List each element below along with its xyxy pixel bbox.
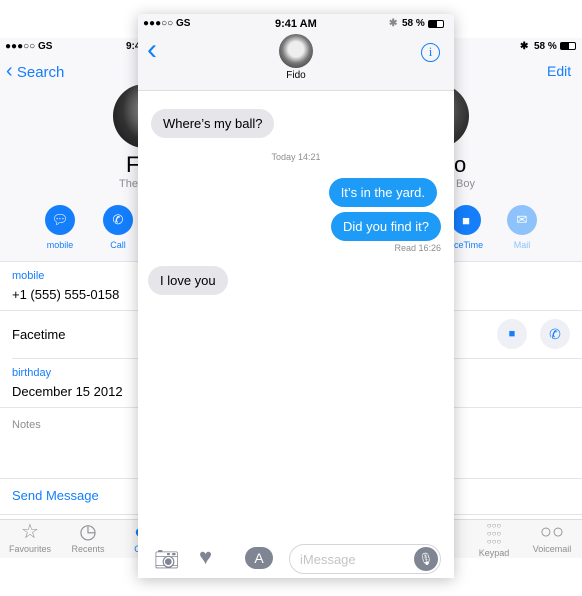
messages-screen: ●●●○○ GS 9:41 AM ✱ 58 % ‹ Fido i Where’s… — [138, 14, 454, 578]
chevron-left-icon: ‹ — [6, 60, 13, 82]
tab-recents[interactable]: ◷ Recents — [58, 520, 118, 554]
facetime-audio-button[interactable]: ✆ — [540, 319, 570, 349]
voicemail-icon: ○○ — [539, 521, 565, 543]
notes-label[interactable]: Notes — [12, 419, 41, 431]
message-bubble-incoming[interactable]: Where’s my ball? — [151, 109, 275, 138]
contact-avatar[interactable] — [279, 34, 313, 68]
message-bubble-outgoing[interactable]: Did you find it? — [331, 212, 441, 241]
battery-level: 58 % — [402, 18, 425, 29]
read-receipt: Read 16:26 — [394, 243, 441, 253]
bluetooth-icon: ✱ — [389, 18, 398, 29]
phone-icon: ✆ — [549, 326, 561, 342]
contact-name-right: o — [454, 152, 467, 177]
phone-icon: ✆ — [112, 212, 124, 227]
call-button[interactable]: ✆ — [103, 205, 133, 235]
imessage-placeholder: iMessage — [300, 552, 356, 567]
info-icon[interactable]: i — [421, 43, 440, 62]
carrier: ●●●○○ GS — [143, 18, 191, 29]
video-icon: ■ — [462, 212, 470, 228]
camera-icon[interactable]: 📷︎ — [154, 547, 179, 572]
back-button[interactable]: ‹ — [147, 35, 157, 65]
clock-icon: ◷ — [79, 521, 97, 543]
tab-favourites[interactable]: ☆ Favourites — [0, 520, 60, 554]
subtitle-left: The — [119, 178, 138, 190]
mobile-label: mobile — [12, 270, 45, 282]
mobile-number[interactable]: +1 (555) 555-0158 — [12, 287, 119, 302]
battery-icon — [560, 42, 576, 50]
carrier: ●●●○○ GS — [5, 41, 53, 52]
imessage-input[interactable]: iMessage 🎙︎ — [289, 544, 441, 574]
mail-label: Mail — [513, 240, 531, 250]
edit-button[interactable]: Edit — [547, 63, 571, 79]
keypad-icon: ○○○ ○○○ ○○○ — [486, 521, 502, 546]
timestamp: Today 14:21 — [271, 152, 321, 162]
back-button[interactable]: ‹ Search — [6, 60, 64, 83]
bluetooth-icon: ✱ — [520, 41, 529, 52]
microphone-icon[interactable]: 🎙︎ — [414, 547, 438, 571]
messages-nav-bar: ●●●○○ GS 9:41 AM ✱ 58 % ‹ Fido i — [138, 14, 454, 91]
tab-voicemail[interactable]: ○○ Voicemail — [522, 520, 582, 554]
birthday-value: December 15 2012 — [12, 384, 123, 399]
facetime-video-button[interactable]: ■ — [497, 319, 527, 349]
contact-name[interactable]: Fido — [138, 70, 454, 81]
send-message-link[interactable]: Send Message — [12, 488, 99, 503]
subtitle-right: Boy — [456, 178, 475, 190]
message-label: mobile — [46, 240, 74, 250]
message-icon: 💬︎ — [51, 212, 69, 227]
facetime-row[interactable]: Facetime — [12, 327, 65, 342]
mail-icon: ✉ — [516, 212, 528, 227]
battery-level: 58 % — [534, 41, 557, 52]
message-bubble-incoming[interactable]: I love you — [148, 266, 228, 295]
message-button[interactable]: 💬︎ — [45, 205, 75, 235]
video-icon: ■ — [508, 328, 516, 340]
birthday-label: birthday — [12, 367, 52, 379]
message-bubble-outgoing[interactable]: It’s in the yard. — [328, 178, 437, 207]
status-time: 9:41 AM — [275, 18, 317, 30]
facetime-button[interactable]: ■ — [451, 205, 481, 235]
star-icon: ☆ — [21, 521, 39, 543]
battery-icon — [428, 20, 444, 28]
tab-keypad[interactable]: ○○○ ○○○ ○○○ Keypad — [464, 520, 524, 559]
digital-touch-heart-icon[interactable]: ♥ — [199, 544, 212, 570]
app-store-icon[interactable]: A — [245, 547, 273, 569]
mail-button[interactable]: ✉ — [507, 205, 537, 235]
